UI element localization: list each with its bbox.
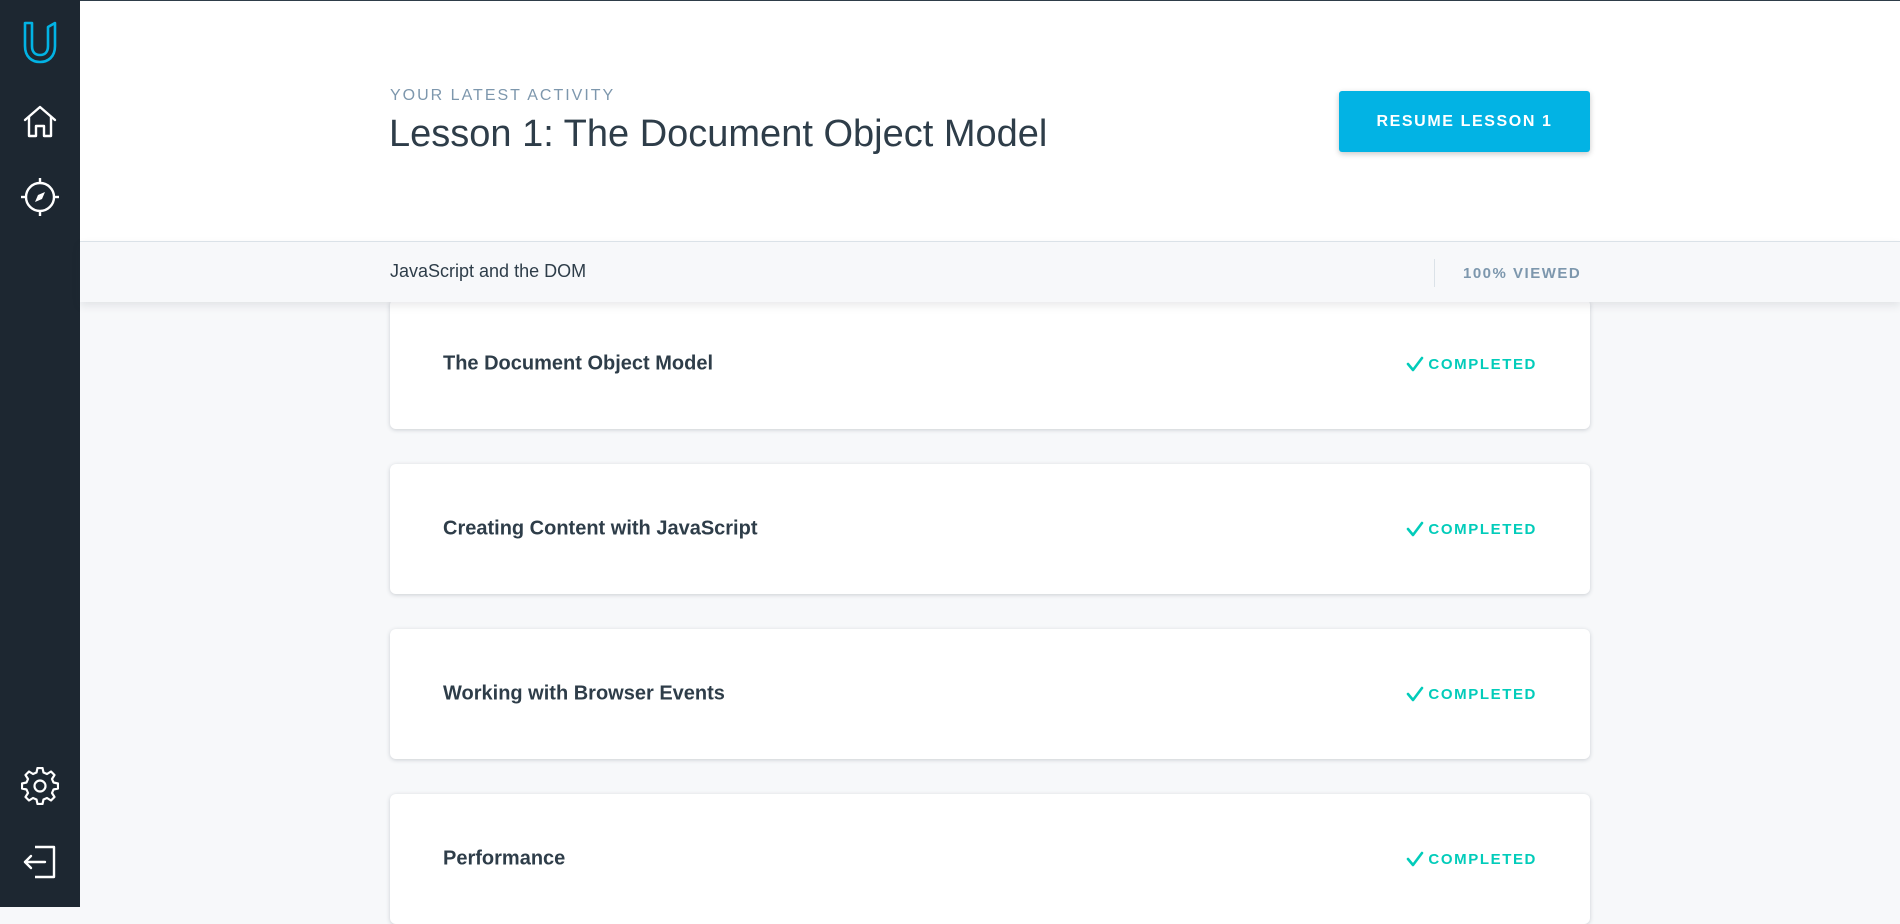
lesson-card[interactable]: Creating Content with JavaScript COMPLET… [390, 464, 1590, 594]
latest-activity-label: YOUR LATEST ACTIVITY [390, 87, 616, 104]
lesson-card[interactable]: Working with Browser Events COMPLETED [390, 629, 1590, 759]
resume-lesson-button[interactable]: RESUME LESSON 1 [1339, 91, 1590, 152]
logout-icon[interactable] [0, 839, 80, 885]
completed-status: COMPLETED [1406, 520, 1537, 538]
lesson-title: Lesson 1: The Document Object Model [389, 113, 1048, 155]
lesson-card-title: Working with Browser Events [443, 682, 725, 705]
compass-icon[interactable] [0, 174, 80, 220]
gear-icon[interactable] [0, 763, 80, 809]
status-label: COMPLETED [1428, 520, 1537, 538]
status-label: COMPLETED [1428, 685, 1537, 703]
status-label: COMPLETED [1428, 355, 1537, 373]
completed-status: COMPLETED [1406, 685, 1537, 703]
check-icon [1407, 356, 1424, 372]
lesson-card-title: Creating Content with JavaScript [443, 517, 758, 540]
udacity-logo-icon[interactable] [0, 14, 80, 70]
viewed-progress: 100% VIEWED [1463, 265, 1582, 282]
course-name-link[interactable]: JavaScript and the DOM [390, 261, 586, 282]
latest-activity-header: YOUR LATEST ACTIVITY Lesson 1: The Docum… [80, 0, 1900, 241]
completed-status: COMPLETED [1406, 355, 1537, 373]
check-icon [1407, 521, 1424, 537]
status-label: COMPLETED [1428, 850, 1537, 868]
completed-status: COMPLETED [1406, 850, 1537, 868]
check-icon [1407, 686, 1424, 702]
course-bar: JavaScript and the DOM 100% VIEWED [80, 241, 1900, 302]
lesson-card-title: The Document Object Model [443, 352, 714, 375]
lesson-card-title: Performance [443, 847, 566, 870]
divider [1434, 259, 1435, 287]
check-icon [1407, 851, 1424, 867]
lesson-card[interactable]: The Document Object Model COMPLETED [390, 299, 1590, 429]
home-icon[interactable] [0, 98, 80, 144]
sidebar [0, 0, 80, 907]
lesson-card[interactable]: Performance COMPLETED [390, 794, 1590, 924]
